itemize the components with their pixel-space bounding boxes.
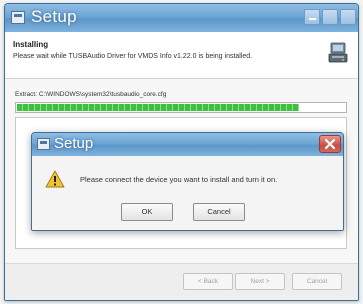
connect-device-dialog: Setup Please connect the device you want… — [31, 132, 344, 231]
warning-icon — [45, 170, 65, 188]
progress-bar-fill — [17, 104, 299, 111]
close-icon — [324, 138, 336, 150]
installer-icon — [328, 42, 348, 63]
minimize-button[interactable] — [304, 9, 320, 25]
install-progress-bar — [15, 102, 347, 113]
window-titlebar[interactable]: Setup — [5, 4, 358, 32]
header-description: Please wait while TUSBAudio Driver for V… — [13, 53, 253, 60]
wizard-header: Installing Please wait while TUSBAudio D… — [5, 32, 358, 79]
dialog-close-button[interactable] — [319, 135, 341, 153]
header-heading: Installing — [13, 40, 49, 49]
window-close-button[interactable] — [340, 9, 356, 25]
ok-button[interactable]: OK — [121, 203, 173, 221]
dialog-message: Please connect the device you want to in… — [80, 175, 278, 184]
back-button[interactable]: < Back — [183, 273, 233, 290]
dialog-cancel-button[interactable]: Cancel — [193, 203, 245, 221]
maximize-button[interactable] — [322, 9, 338, 25]
next-button[interactable]: Next > — [235, 273, 285, 290]
window-title: Setup — [31, 7, 77, 26]
wizard-button-bar: < Back Next > Cancel — [5, 263, 358, 300]
dialog-window-icon — [37, 138, 50, 150]
dialog-titlebar[interactable]: Setup — [32, 133, 343, 156]
dialog-title: Setup — [54, 135, 94, 152]
setup-window-icon — [11, 11, 25, 24]
progress-status-text: Extract: C:\WINDOWS\system32\tusbaudio_c… — [15, 91, 167, 98]
wizard-cancel-button[interactable]: Cancel — [292, 273, 342, 290]
dialog-content: Please connect the device you want to in… — [32, 156, 343, 230]
